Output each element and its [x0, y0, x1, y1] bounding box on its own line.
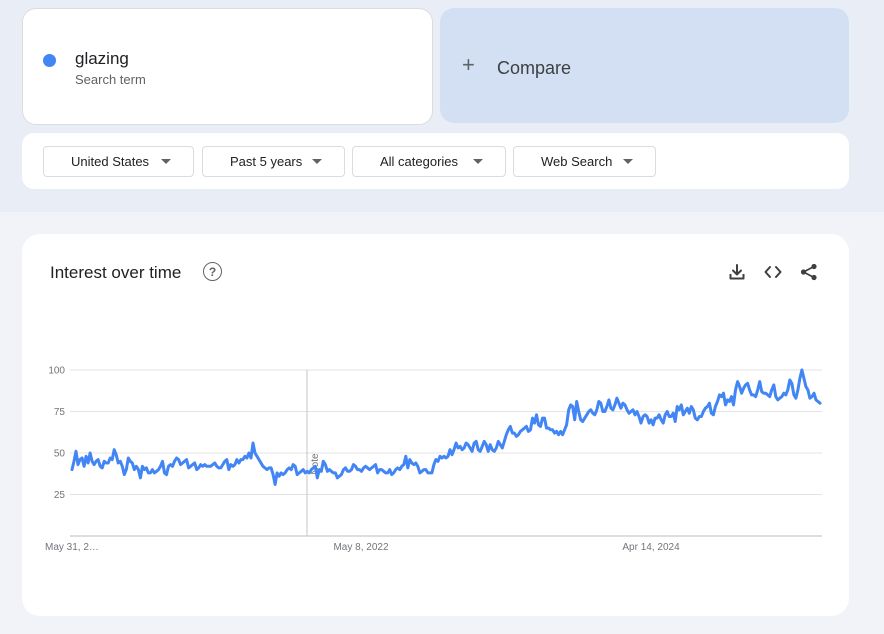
filter-category-dropdown[interactable]: All categories [352, 146, 506, 177]
x-tick-label: Apr 14, 2024 [622, 542, 680, 553]
filter-time-range-label: Past 5 years [230, 154, 303, 169]
filter-bar: United States Past 5 years All categorie… [22, 133, 849, 189]
search-term-name[interactable]: glazing [75, 49, 129, 69]
interest-line-chart: 255075100NoteMay 31, 2… May 8, 2022 Apr 14… [45, 366, 822, 553]
filter-search-type-label: Web Search [541, 154, 613, 169]
series-color-dot [43, 54, 56, 67]
y-tick-label: 75 [54, 407, 66, 418]
chevron-down-icon [312, 159, 322, 164]
filter-category-label: All categories [380, 154, 459, 169]
search-term-card[interactable]: glazing Search term [22, 8, 433, 125]
chevron-down-icon [473, 159, 483, 164]
filter-region-dropdown[interactable]: United States [43, 146, 194, 177]
chevron-down-icon [623, 159, 633, 164]
y-tick-label: 25 [54, 490, 66, 501]
x-tick-label: May 31, 2… [45, 542, 99, 553]
filter-time-range-dropdown[interactable]: Past 5 years [202, 146, 345, 177]
series-line [70, 368, 822, 486]
plus-icon: + [462, 52, 475, 77]
y-tick-label: 100 [48, 366, 65, 377]
compare-button[interactable]: + Compare [440, 8, 849, 123]
x-tick-label: May 8, 2022 [333, 542, 388, 553]
search-term-sublabel: Search term [75, 72, 146, 87]
chevron-down-icon [161, 159, 171, 164]
filter-region-label: United States [71, 154, 150, 169]
filter-search-type-dropdown[interactable]: Web Search [513, 146, 656, 177]
compare-label: Compare [497, 58, 572, 78]
y-tick-label: 50 [54, 449, 66, 460]
interest-over-time-panel: Interest over time ? 25 50 75 100 Note May 31… [22, 234, 849, 616]
